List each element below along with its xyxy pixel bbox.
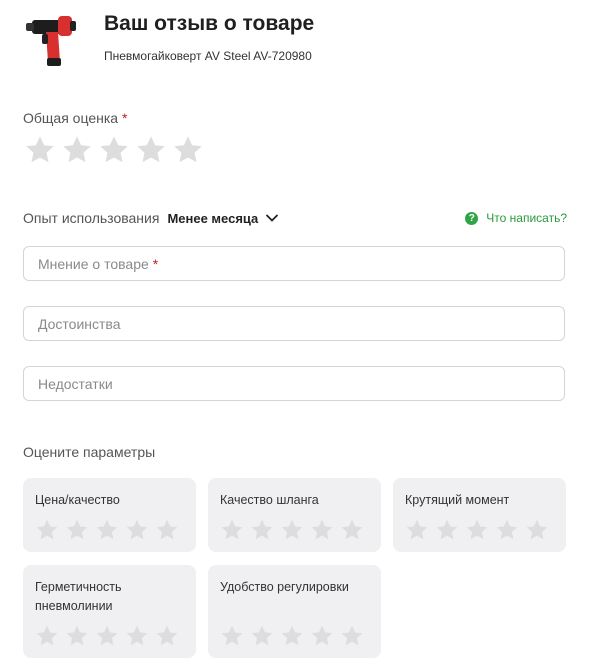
chevron-down-icon[interactable]	[264, 210, 280, 226]
star-icon[interactable]	[340, 518, 364, 542]
param-card: Цена/качество	[23, 478, 196, 552]
star-icon[interactable]	[24, 134, 56, 166]
star-icon[interactable]	[155, 624, 179, 648]
star-icon[interactable]	[405, 518, 429, 542]
param-card: Герметичность пневмолинии	[23, 565, 196, 658]
required-mark: *	[152, 255, 159, 272]
overall-rating-label: Общая оценка *	[23, 110, 127, 126]
param-rating-stars	[35, 624, 179, 648]
star-icon[interactable]	[125, 624, 149, 648]
pros-placeholder: Достоинства	[38, 315, 121, 332]
param-name: Герметичность пневмолинии	[35, 580, 122, 613]
what-to-write-link[interactable]: ? Что написать?	[465, 211, 567, 225]
star-icon[interactable]	[280, 624, 304, 648]
param-name: Удобство регулировки	[220, 580, 349, 594]
star-icon[interactable]	[135, 134, 167, 166]
star-icon[interactable]	[61, 134, 93, 166]
star-icon[interactable]	[95, 518, 119, 542]
usage-experience-select[interactable]: Менее месяца	[167, 211, 258, 226]
param-rating-stars	[220, 624, 364, 648]
star-icon[interactable]	[220, 624, 244, 648]
params-label: Оцените параметры	[23, 444, 156, 460]
star-icon[interactable]	[220, 518, 244, 542]
product-image	[22, 8, 86, 72]
param-card: Удобство регулировки	[208, 565, 381, 658]
param-name: Цена/качество	[35, 493, 120, 507]
star-icon[interactable]	[125, 518, 149, 542]
what-to-write-label: Что написать?	[486, 211, 567, 225]
star-icon[interactable]	[35, 624, 59, 648]
opinion-placeholder: Мнение о товаре	[38, 255, 149, 272]
star-icon[interactable]	[250, 624, 274, 648]
question-icon: ?	[465, 211, 479, 225]
page-title: Ваш отзыв о товаре	[104, 12, 315, 35]
star-icon[interactable]	[495, 518, 519, 542]
star-icon[interactable]	[340, 624, 364, 648]
param-rating-stars	[220, 518, 364, 542]
star-icon[interactable]	[155, 518, 179, 542]
star-icon[interactable]	[465, 518, 489, 542]
opinion-field[interactable]: Мнение о товаре *	[23, 246, 565, 281]
star-icon[interactable]	[95, 624, 119, 648]
pros-field[interactable]: Достоинства	[23, 306, 565, 341]
required-mark: *	[121, 110, 128, 126]
star-icon[interactable]	[435, 518, 459, 542]
star-icon[interactable]	[35, 518, 59, 542]
param-name: Крутящий момент	[405, 493, 510, 507]
star-icon[interactable]	[98, 134, 130, 166]
overall-rating-stars	[24, 134, 204, 166]
star-icon[interactable]	[280, 518, 304, 542]
product-name: Пневмогайковерт AV Steel AV-720980	[104, 49, 312, 63]
param-card: Крутящий момент	[393, 478, 566, 552]
usage-experience-label: Опыт использования	[23, 210, 160, 226]
param-rating-stars	[35, 518, 179, 542]
star-icon[interactable]	[310, 624, 334, 648]
star-icon[interactable]	[65, 518, 89, 542]
cons-placeholder: Недостатки	[38, 375, 113, 392]
star-icon[interactable]	[65, 624, 89, 648]
param-card: Качество шланга	[208, 478, 381, 552]
star-icon[interactable]	[250, 518, 274, 542]
star-icon[interactable]	[525, 518, 549, 542]
param-name: Качество шланга	[220, 493, 319, 507]
star-icon[interactable]	[310, 518, 334, 542]
overall-rating-label-text: Общая оценка	[23, 110, 119, 126]
star-icon[interactable]	[172, 134, 204, 166]
cons-field[interactable]: Недостатки	[23, 366, 565, 401]
usage-experience-row: Опыт использования Менее месяца	[23, 210, 280, 226]
param-rating-stars	[405, 518, 549, 542]
